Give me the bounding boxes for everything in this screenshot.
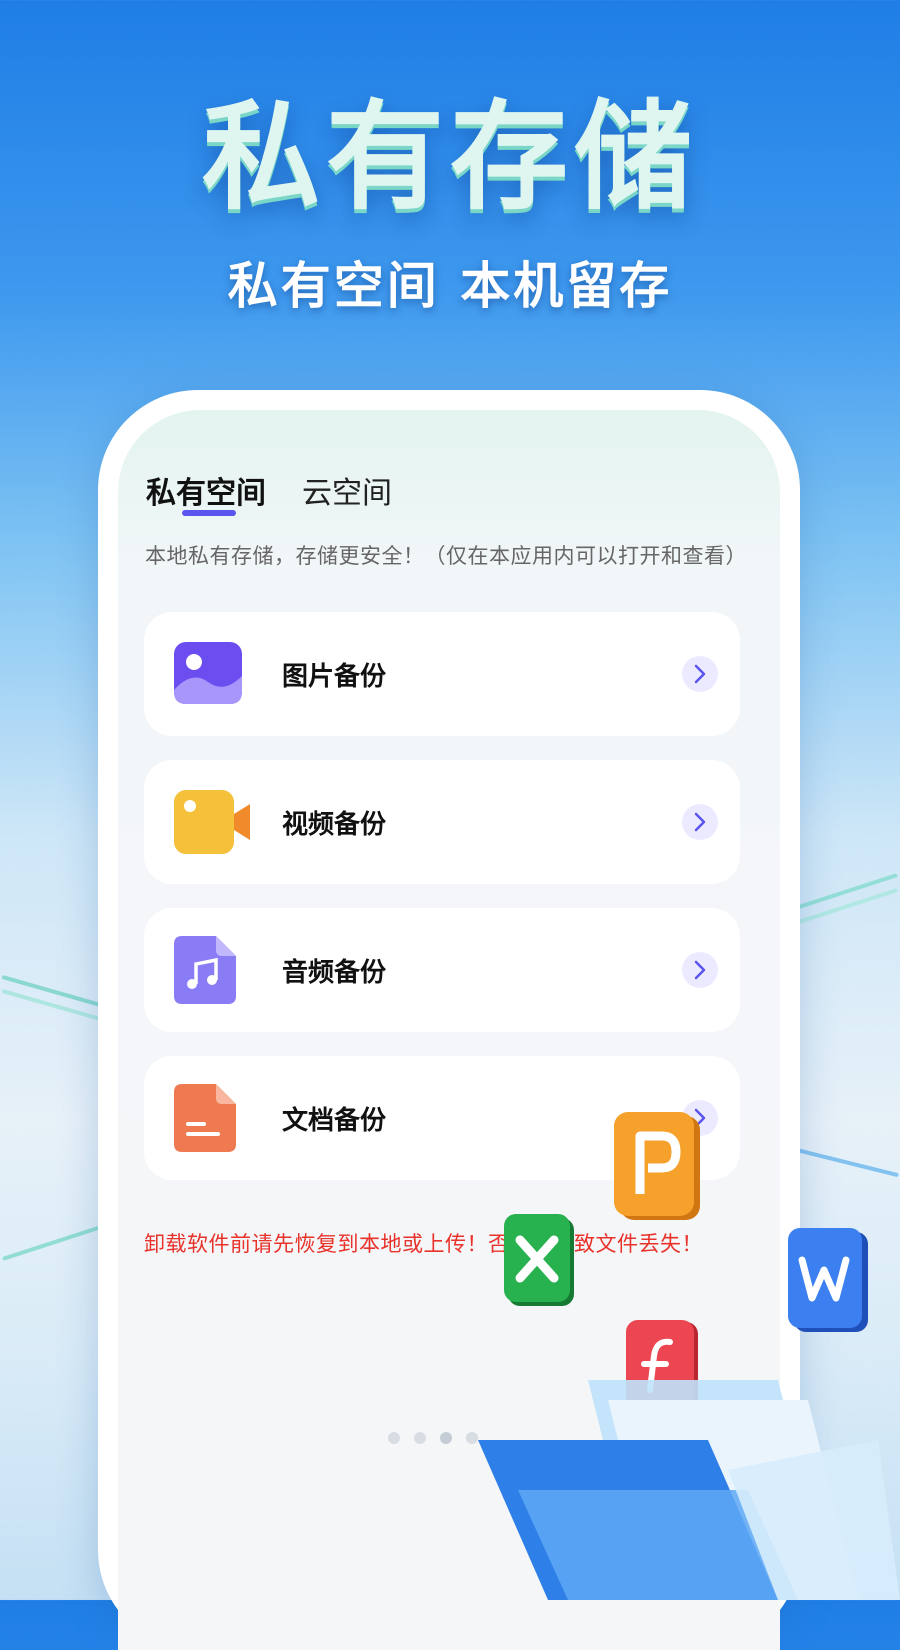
music-file-icon [172, 936, 244, 1004]
word-icon [786, 1226, 870, 1338]
folder-illustration [478, 1380, 900, 1604]
tab-private-space[interactable]: 私有空间 [146, 468, 266, 512]
excel-icon [502, 1212, 576, 1312]
card-label: 文档备份 [282, 1106, 387, 1136]
video-backup-card[interactable]: 视频备份 [144, 760, 740, 884]
audio-backup-card[interactable]: 音频备份 [144, 908, 740, 1032]
decor-streak [791, 1146, 899, 1178]
storage-tip: 本地私有存储，存储更安全！（仅在本应用内可以打开和查看） [145, 544, 747, 568]
hero-title: 私有存储 [201, 88, 698, 226]
chevron-right-icon [682, 656, 718, 692]
tab-cloud-space[interactable]: 云空间 [302, 468, 392, 512]
document-file-icon [172, 1084, 244, 1152]
page-indicator [388, 1432, 492, 1444]
page-dot-active [440, 1432, 452, 1444]
page-dot [388, 1432, 400, 1444]
page-dot [466, 1432, 478, 1444]
decor-streak [2, 1223, 108, 1261]
uninstall-warning: 卸载软件前请先恢复到本地或上传！否则会导致文件丢失！ [144, 1232, 703, 1256]
image-backup-card[interactable]: 图片备份 [144, 612, 740, 736]
card-label: 视频备份 [282, 810, 387, 840]
hero-subtitle: 私有空间 本机留存 [227, 257, 673, 315]
powerpoint-icon [612, 1110, 704, 1226]
tab-bar: 私有空间 云空间 [146, 468, 428, 512]
page-dot [414, 1432, 426, 1444]
card-label: 图片备份 [282, 662, 387, 692]
video-camera-icon [172, 788, 250, 856]
image-icon [172, 640, 244, 708]
chevron-right-icon [682, 952, 718, 988]
chevron-right-icon [682, 804, 718, 840]
card-label: 音频备份 [282, 958, 387, 988]
active-tab-indicator [182, 510, 236, 516]
